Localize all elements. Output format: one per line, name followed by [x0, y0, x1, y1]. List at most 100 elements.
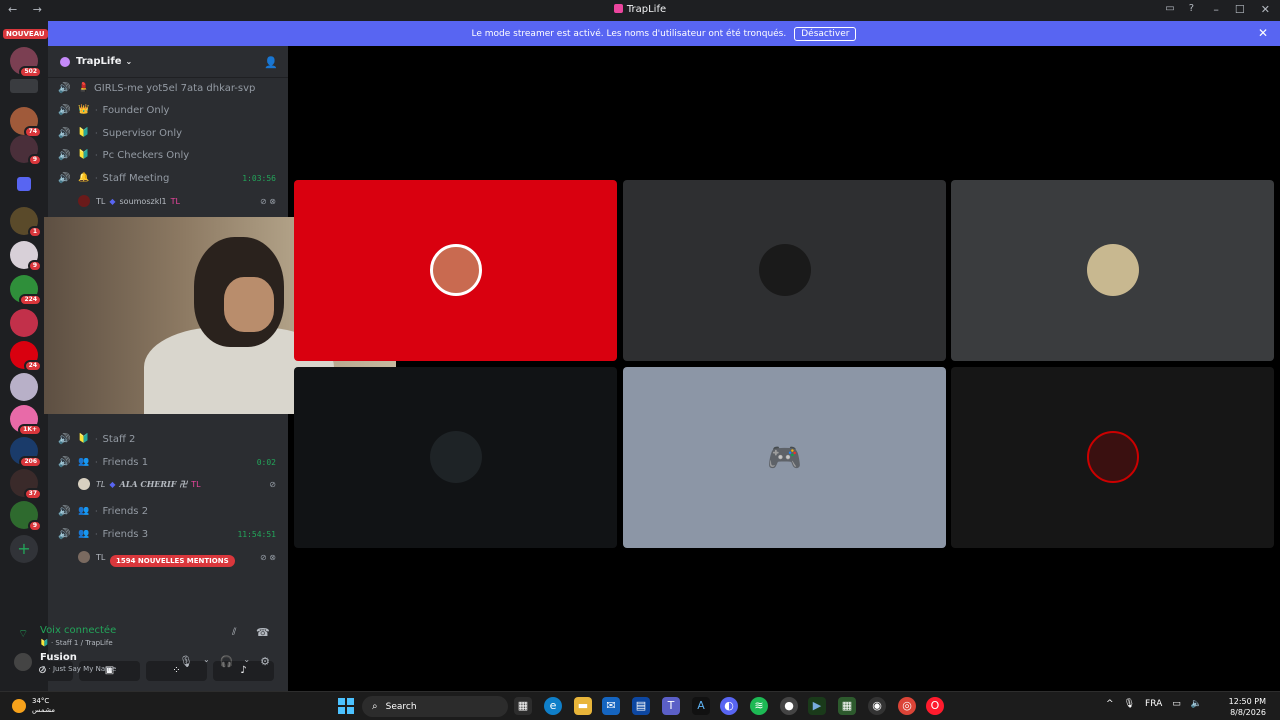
deafened-icon: ⊘ ⊗	[260, 196, 276, 206]
microphone-icon[interactable]: 🎙	[1124, 699, 1135, 709]
server-icon[interactable]: 24	[10, 341, 42, 372]
account-name[interactable]: Fusion	[40, 652, 77, 663]
server-icon[interactable]: 74	[10, 107, 42, 138]
webcam-person-face	[224, 277, 274, 332]
folder-icon[interactable]	[17, 177, 31, 191]
window-controls: – ☐ ✕	[1213, 3, 1270, 16]
terminal-icon[interactable]: A	[692, 697, 710, 715]
participant-tile[interactable]	[294, 367, 617, 548]
add-server-icon[interactable]: +	[10, 535, 38, 563]
discord-taskbar-icon[interactable]: ◐	[720, 697, 738, 715]
mail-icon[interactable]: ✉	[602, 697, 620, 715]
server-icon[interactable]: 9	[10, 241, 42, 272]
participant-tile[interactable]: 🎮	[623, 367, 946, 548]
server-icon[interactable]: 1K+	[10, 405, 42, 436]
noise-suppression-icon[interactable]: ⫽	[232, 627, 236, 638]
deafened-icon: ⊘ ⊗	[260, 552, 276, 562]
microphone-icon[interactable]: 🎙	[179, 655, 193, 668]
voice-user[interactable]: TL ◆ ALA CHERIF 卍 TL ⊘	[78, 476, 278, 492]
chevron-down-icon[interactable]: ⌄	[243, 655, 250, 668]
weather-condition: مشمس	[32, 706, 55, 714]
speaker-icon: 🔊	[58, 528, 71, 540]
window-titlebar: ← → TrapLife ▭ ? – ☐ ✕	[0, 0, 1280, 21]
voice-channel[interactable]: 🔊 🔰 · Supervisor Only	[58, 124, 280, 142]
server-icon[interactable]: 502	[10, 47, 42, 78]
channel-name: Friends 2	[102, 505, 149, 517]
voice-channel[interactable]: 🔊 🔰 · Pc Checkers Only	[58, 146, 280, 164]
participant-tile[interactable]	[623, 180, 946, 361]
file-explorer-icon[interactable]: ▬	[574, 697, 592, 715]
server-icon[interactable]: 224	[10, 275, 42, 306]
headphones-icon[interactable]: 🎧	[220, 655, 234, 668]
server-icon[interactable]: 37	[10, 469, 42, 500]
avatar	[78, 551, 90, 563]
settings-gear-icon[interactable]: ⚙	[260, 655, 270, 668]
participant-tile[interactable]	[294, 180, 617, 361]
taskbar-search[interactable]: ⌕ Search	[362, 696, 508, 717]
server-icon[interactable]: 9	[10, 135, 42, 166]
close-icon[interactable]: ✕	[1261, 3, 1270, 16]
call-timer: 11:54:51	[237, 529, 276, 539]
minimize-icon[interactable]: –	[1213, 3, 1219, 16]
guild-header[interactable]: TrapLife ⌄ 👤	[48, 46, 288, 78]
server-icon[interactable]	[10, 373, 38, 401]
volume-icon[interactable]: 🔈	[1191, 699, 1202, 709]
teams-icon[interactable]: T	[662, 697, 680, 715]
channel-name: Friends 1	[102, 456, 149, 468]
user-panel: Fusion ♫ · Just Say My Name 🎙 ⌄ 🎧 ⌄ ⚙	[0, 645, 280, 685]
server-icon[interactable]: 206	[10, 437, 42, 468]
speaker-icon: 🔊	[58, 127, 71, 139]
speaker-icon: 🔊	[58, 149, 71, 161]
task-view-icon[interactable]: ▦	[514, 697, 532, 715]
avatar[interactable]	[14, 653, 32, 671]
participant-tile[interactable]	[951, 180, 1274, 361]
window-title: TrapLife	[0, 4, 1280, 15]
banner-text: Le mode streamer est activé. Les noms d'…	[471, 28, 787, 39]
voice-channel[interactable]: 🔊 👥 · Friends 1 0:02	[58, 453, 280, 471]
language-indicator[interactable]: FRA	[1145, 699, 1162, 709]
calculator-icon[interactable]: ▦	[838, 697, 856, 715]
windows-start-icon[interactable]	[338, 698, 354, 714]
maximize-icon[interactable]: ☐	[1235, 3, 1245, 16]
help-icon[interactable]: ?	[1189, 3, 1194, 14]
chevron-down-icon[interactable]: ⌄	[203, 655, 210, 668]
voice-channel[interactable]: 🔊 👑 · Founder Only	[58, 101, 280, 119]
voice-channel[interactable]: 🔊 🔰 · Staff 2	[58, 430, 280, 448]
voice-user[interactable]: TL ◆ soumoszkl1 TL ⊘ ⊗	[78, 193, 278, 209]
server-icon[interactable]: 9	[10, 501, 42, 532]
app-icon[interactable]: ●	[780, 697, 798, 715]
server-icon[interactable]	[10, 309, 38, 337]
disable-streamer-button[interactable]: Désactiver	[794, 26, 857, 41]
system-tray: ^ 🎙 FRA ▭ 🔈	[1106, 699, 1202, 709]
disconnect-icon[interactable]: ☎	[256, 626, 270, 639]
participant-tile[interactable]	[951, 367, 1274, 548]
chevron-up-icon[interactable]: ^	[1106, 699, 1114, 709]
taskbar-clock[interactable]: 12:50 PM 8/8/2026	[1229, 696, 1266, 718]
network-icon[interactable]: ▭	[1172, 699, 1181, 709]
voice-channel[interactable]: 🔊 🔔 · Staff Meeting 1:03:56	[58, 169, 280, 187]
add-member-icon[interactable]: 👤	[264, 56, 278, 69]
app-icon[interactable]: ◉	[868, 697, 886, 715]
store-icon[interactable]: ▤	[632, 697, 650, 715]
chrome-icon[interactable]: ◎	[898, 697, 916, 715]
new-mentions-pill[interactable]: 1594 NOUVELLES MENTIONS	[110, 555, 235, 567]
weather-widget[interactable]: 34°C مشمس	[12, 697, 55, 715]
guild-name: TrapLife	[76, 56, 122, 67]
inbox-icon[interactable]: ▭	[1165, 3, 1174, 14]
server-icon[interactable]: 1	[10, 207, 42, 238]
speaker-icon: 🔊	[58, 505, 71, 517]
banner-close-icon[interactable]: ✕	[1258, 26, 1268, 40]
edge-icon[interactable]: e	[544, 697, 562, 715]
server-icon[interactable]	[10, 79, 38, 93]
voice-status[interactable]: Voix connectée	[40, 625, 116, 636]
app-icon[interactable]: ▶	[808, 697, 826, 715]
chevron-down-icon: ⌄	[125, 57, 133, 66]
voice-channel[interactable]: 🔊 👥 · Friends 3 11:54:51	[58, 525, 280, 543]
voice-channel[interactable]: 🔊 👥 · Friends 2	[58, 502, 280, 520]
voice-channel[interactable]: 🔊 💄 GIRLS-me yot5el 7ata dhkar-svp	[58, 79, 280, 97]
channel-name: Founder Only	[102, 104, 170, 116]
spotify-icon[interactable]: ≋	[750, 697, 768, 715]
channel-name: Staff 2	[102, 433, 136, 445]
signal-icon[interactable]: ⌔	[18, 627, 28, 641]
opera-icon[interactable]: O	[926, 697, 944, 715]
